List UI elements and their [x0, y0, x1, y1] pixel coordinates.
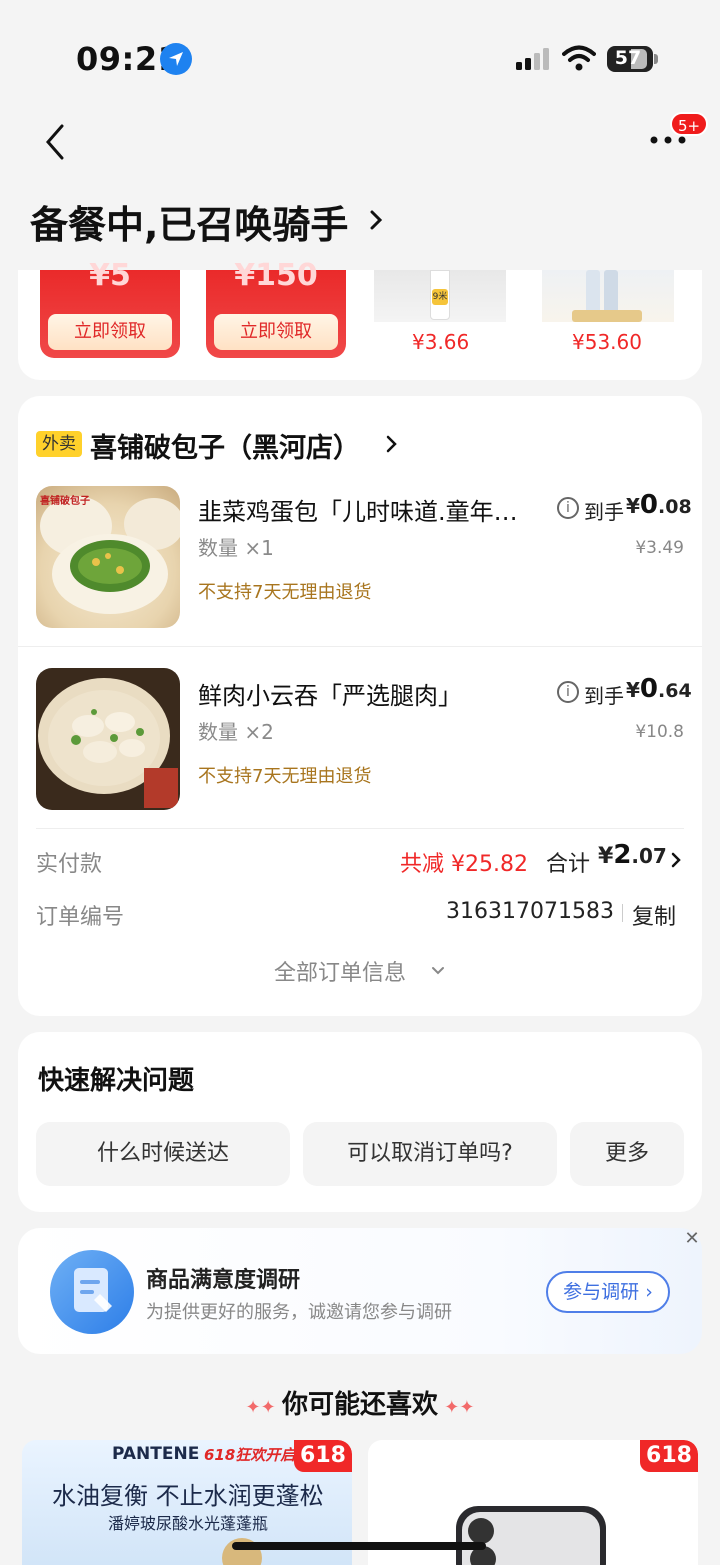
recommend-title: ✦✦ 你可能还喜欢 ✦✦ — [245, 1390, 475, 1420]
paid-label: 实付款 — [36, 852, 103, 877]
item-name[interactable]: 韭菜鸡蛋包「儿时味道.童年… — [198, 492, 538, 527]
divider — [622, 904, 623, 922]
claim-coupon-button[interactable]: 立即领取 — [48, 314, 172, 350]
product-price: ¥53.60 — [572, 330, 642, 354]
return-policy-note: 不支持7天无理由退货 — [198, 582, 372, 603]
battery-level: 57 — [614, 47, 642, 69]
notification-badge: 5+ — [670, 112, 709, 136]
wifi-icon — [562, 44, 596, 72]
brand-name: PANTENE — [112, 1444, 200, 1464]
item-original-price: ¥10.8 — [635, 722, 684, 742]
all-order-info-toggle[interactable]: 全部订单信息 — [274, 955, 406, 987]
price-prefix: 到手 — [584, 684, 624, 708]
item-image[interactable] — [36, 668, 180, 810]
product-price: ¥3.66 — [412, 330, 470, 354]
order-card: 外卖 喜铺破包子（黑河店） 喜铺破包子 韭菜鸡蛋包「儿时味道.童年… 数量 ×1… — [18, 396, 702, 1016]
item-final-price: ¥0.08 — [626, 490, 692, 520]
info-icon[interactable]: i — [557, 681, 579, 703]
document-icon — [50, 1250, 134, 1334]
chevron-down-icon — [430, 962, 446, 981]
product-label: 9米 — [432, 289, 448, 305]
order-total[interactable]: ¥2.07 — [598, 840, 667, 870]
home-indicator[interactable] — [232, 1542, 486, 1550]
coupon-strip: ¥5 立即领取 ¥150 立即领取 9米 ¥3.66 ¥53.60 — [18, 258, 702, 380]
item-final-price: ¥0.64 — [626, 674, 692, 704]
item-quantity: 数量 ×1 — [198, 536, 274, 560]
quick-help-title: 快速解决问题 — [38, 1066, 195, 1096]
survey-banner[interactable]: 商品满意度调研 为提供更好的服务，诚邀请您参与调研 参与调研 › ✕ — [18, 1228, 702, 1354]
phone-image — [456, 1506, 606, 1565]
promo-tag: 618 — [294, 1440, 352, 1472]
quick-question-button[interactable]: 什么时候送达 — [36, 1122, 290, 1186]
price-prefix: 到手 — [584, 500, 624, 524]
promo-tag: 618 — [640, 1440, 698, 1472]
coupon-amount: ¥5 — [89, 258, 131, 293]
coupon-card[interactable]: ¥5 立即领取 — [40, 258, 180, 358]
chevron-right-icon — [670, 851, 682, 873]
location-icon — [160, 43, 192, 75]
product-thumbnail[interactable]: 9米 — [374, 270, 506, 322]
battery-cap — [654, 54, 658, 64]
more-questions-button[interactable]: 更多 — [570, 1122, 684, 1186]
coupon-card[interactable]: ¥150 立即领取 — [206, 258, 346, 358]
order-number-label: 订单编号 — [36, 905, 125, 930]
chevron-right-icon — [384, 433, 400, 459]
bun-illustration — [40, 496, 180, 614]
order-number: 316317071583 — [446, 899, 614, 924]
coupon-amount: ¥150 — [234, 258, 318, 293]
takeout-tag: 外卖 — [36, 431, 82, 457]
signal-icon — [516, 48, 552, 70]
ad-subtitle: 潘婷玻尿酸水光蓬蓬瓶 — [108, 1514, 269, 1533]
product-thumbnail[interactable] — [542, 270, 674, 322]
back-arrow-icon — [46, 124, 64, 160]
battery-icon: 57 — [607, 46, 653, 72]
decoration-icon: ✦✦ — [438, 1397, 475, 1418]
shop-name[interactable]: 喜铺破包子（黑河店） — [90, 426, 360, 465]
page-title[interactable]: 备餐中,已召唤骑手 — [30, 194, 348, 249]
copy-button[interactable]: 复制 — [632, 899, 676, 931]
survey-subtitle: 为提供更好的服务，诚邀请您参与调研 — [146, 1302, 452, 1323]
item-original-price: ¥3.49 — [635, 538, 684, 558]
info-icon[interactable]: i — [557, 497, 579, 519]
back-button[interactable] — [40, 122, 76, 162]
divider — [18, 646, 702, 647]
event-label: 618狂欢开启 — [204, 1446, 296, 1464]
total-label: 合计 — [546, 852, 591, 877]
join-survey-button[interactable]: 参与调研 › — [546, 1271, 670, 1313]
claim-coupon-button[interactable]: 立即领取 — [214, 314, 338, 350]
return-policy-note: 不支持7天无理由退货 — [198, 766, 372, 787]
divider — [36, 828, 684, 829]
chevron-right-icon — [366, 206, 386, 238]
quick-question-button[interactable]: 可以取消订单吗? — [303, 1122, 557, 1186]
quick-help-card: 快速解决问题 什么时候送达 可以取消订单吗? 更多 — [18, 1032, 702, 1212]
item-quantity: 数量 ×2 — [198, 720, 274, 744]
close-icon[interactable]: ✕ — [680, 1228, 704, 1252]
item-image[interactable]: 喜铺破包子 — [36, 486, 180, 628]
item-name[interactable]: 鲜肉小云吞「严选腿肉」 — [198, 676, 538, 711]
discount-total: 共减 ¥25.82 — [400, 852, 528, 877]
decoration-icon: ✦✦ — [245, 1397, 282, 1418]
item-image-brand: 喜铺破包子 — [40, 496, 90, 507]
wonton-illustration — [38, 678, 178, 808]
ad-headline: 水油复衡 不止水润更蓬松 — [52, 1482, 324, 1510]
survey-title: 商品满意度调研 — [146, 1268, 301, 1293]
